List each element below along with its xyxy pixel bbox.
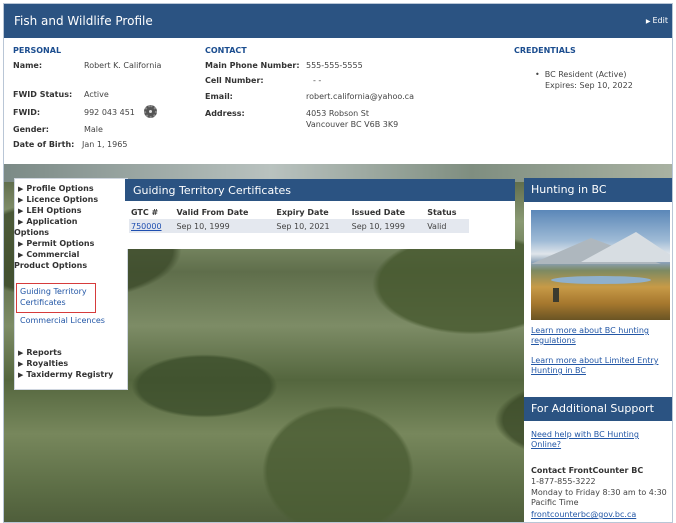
triangle-right-icon: ▶: [18, 207, 24, 215]
triangle-right-icon: ▶: [18, 349, 24, 357]
nav-permit-options[interactable]: ▶ Permit Options: [18, 239, 94, 249]
fwid-label: FWID:: [13, 108, 41, 117]
river-shape: [551, 276, 651, 284]
frontcounter-email-link[interactable]: frontcounterbc@gov.bc.ca: [531, 510, 671, 520]
col-valid-from: Valid From Date: [176, 207, 249, 217]
hunting-regulations-link[interactable]: Learn more about BC hunting regulations: [531, 326, 671, 346]
nav-profile-options[interactable]: ▶ Profile Options: [18, 184, 94, 194]
nav-guiding-territory-certificates[interactable]: Guiding Territory: [20, 287, 87, 297]
fwid-status-label: FWID Status:: [13, 90, 73, 99]
nav-commercial-product-options[interactable]: ▶ Commercial: [18, 250, 79, 260]
nav-leh-options[interactable]: ▶ LEH Options: [18, 206, 81, 216]
cell-gtc-number: 750000: [129, 219, 175, 233]
profile-header-bar: Fish and Wildlife Profile ▶ Edit: [4, 4, 672, 38]
profile-frame: Fish and Wildlife Profile ▶ Edit PERSONAL…: [3, 3, 673, 523]
name-value: Robert K. California: [84, 61, 162, 70]
frontcounter-title: Contact FrontCounter BC: [531, 466, 644, 475]
help-hunting-online-link[interactable]: Need help with BC Hunting Online?: [531, 430, 671, 450]
nav-application-options[interactable]: ▶ Application: [18, 217, 77, 227]
gtc-panel: Guiding Territory Certificates GTC # Val…: [125, 179, 515, 249]
hunting-landscape-image: [531, 210, 670, 320]
nav-commercial-licences[interactable]: Commercial Licences: [20, 316, 105, 326]
cell-label: Cell Number:: [205, 76, 264, 85]
col-gtc-number: GTC #: [131, 207, 159, 217]
credential-item-line2: Expires: Sep 10, 2022: [545, 81, 633, 90]
address-line1: 4053 Robson St: [306, 109, 369, 118]
triangle-right-icon: ▶: [18, 218, 24, 226]
address-label: Address:: [205, 109, 245, 118]
frontcounter-phone: 1-877-855-3222: [531, 477, 596, 486]
nav-taxidermy-registry[interactable]: ▶ Taxidermy Registry: [18, 370, 113, 380]
email-label: Email:: [205, 92, 233, 101]
mountain-shape-2: [581, 232, 670, 262]
page-title: Fish and Wildlife Profile: [14, 14, 153, 28]
additional-support-title: For Additional Support: [524, 397, 672, 421]
nav-royalties[interactable]: ▶ Royalties: [18, 359, 68, 369]
nav-application-options-line2[interactable]: Options: [14, 228, 49, 238]
address-line2: Vancouver BC V6B 3K9: [306, 120, 399, 129]
fwid-status-value: Active: [84, 90, 109, 99]
cell-expiry-date: Sep 10, 2021: [274, 219, 350, 233]
frontcounter-hours: Monday to Friday 8:30 am to 4:30 Pacific …: [531, 488, 667, 507]
cell-valid-from: Sep 10, 1999: [174, 219, 275, 233]
main-phone-value: 555-555-5555: [306, 61, 363, 70]
play-arrow-icon: ▶: [645, 18, 651, 25]
gtc-title: Guiding Territory Certificates: [125, 179, 515, 201]
edit-link[interactable]: ▶ Edit: [646, 16, 668, 25]
gender-label: Gender:: [13, 125, 49, 134]
col-status: Status: [427, 207, 457, 217]
cell-status: Valid: [425, 219, 469, 233]
triangle-right-icon: ▶: [18, 240, 24, 248]
gtc-number-link[interactable]: 750000: [131, 222, 162, 231]
email-value: robert.california@yahoo.ca: [306, 92, 414, 101]
gtc-table: GTC # Valid From Date Expiry Date Issued…: [129, 205, 469, 233]
dob-label: Date of Birth:: [13, 140, 75, 149]
triangle-right-icon: ▶: [18, 196, 24, 204]
name-label: Name:: [13, 61, 43, 70]
credentials-heading: CREDENTIALS: [514, 46, 576, 55]
triangle-right-icon: ▶: [18, 185, 24, 193]
contact-heading: CONTACT: [205, 46, 247, 55]
fwid-value: 992 043 451: [84, 108, 135, 117]
gender-value: Male: [84, 125, 103, 134]
gear-icon[interactable]: [144, 105, 157, 118]
personal-heading: PERSONAL: [13, 46, 62, 55]
right-sidebar: Hunting in BC Learn more about BC huntin…: [524, 178, 672, 522]
nav-guiding-territory-certificates-line2[interactable]: Certificates: [20, 298, 66, 308]
main-phone-label: Main Phone Number:: [205, 61, 300, 70]
triangle-right-icon: ▶: [18, 360, 24, 368]
cell-value: - -: [313, 76, 322, 85]
table-row: 750000 Sep 10, 1999 Sep 10, 2021 Sep 10,…: [129, 219, 469, 233]
nav-reports[interactable]: ▶ Reports: [18, 348, 62, 358]
edit-label: Edit: [652, 16, 669, 25]
credential-item-line1: BC Resident (Active): [535, 70, 627, 79]
table-header-row: GTC # Valid From Date Expiry Date Issued…: [129, 205, 469, 219]
hunter-figure: [553, 288, 559, 302]
col-expiry-date: Expiry Date: [276, 207, 329, 217]
triangle-right-icon: ▶: [18, 251, 24, 259]
nav-commercial-product-options-line2[interactable]: Product Options: [14, 261, 87, 271]
limited-entry-hunting-link[interactable]: Learn more about Limited Entry Hunting in…: [531, 356, 671, 376]
triangle-right-icon: ▶: [18, 371, 24, 379]
col-issued-date: Issued Date: [351, 207, 406, 217]
dob-value: Jan 1, 1965: [82, 140, 128, 149]
nav-licence-options[interactable]: ▶ Licence Options: [18, 195, 98, 205]
cell-issued-date: Sep 10, 1999: [349, 219, 426, 233]
hunting-in-bc-title: Hunting in BC: [524, 178, 672, 202]
